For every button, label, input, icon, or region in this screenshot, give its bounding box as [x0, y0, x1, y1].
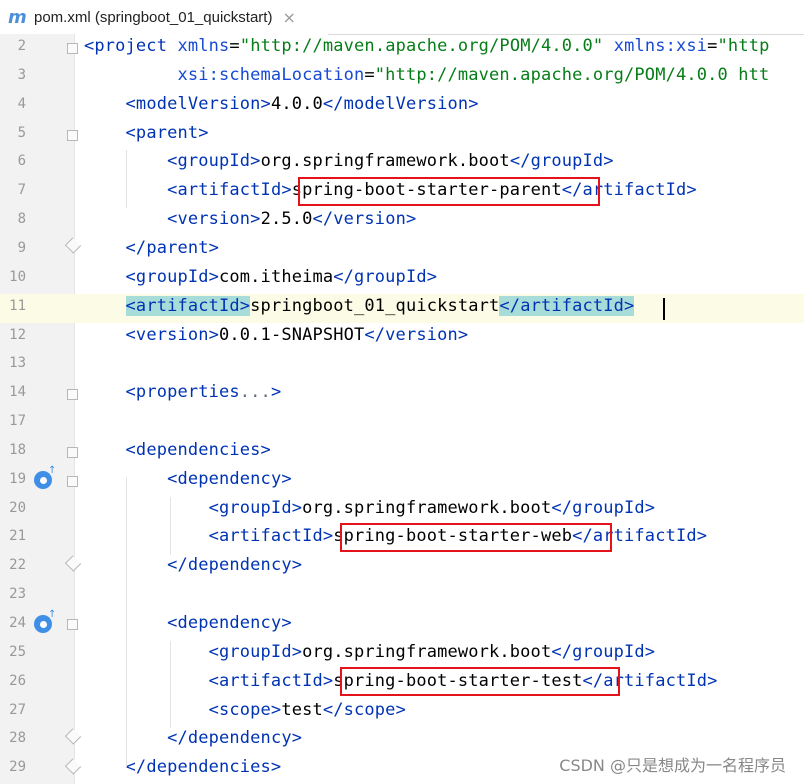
- code-text[interactable]: <dependency>: [84, 613, 292, 633]
- line-number: 6: [17, 153, 26, 170]
- line-number: 29: [9, 759, 26, 776]
- line-number: 8: [17, 211, 26, 228]
- line-number: 25: [9, 643, 26, 660]
- code-text[interactable]: <version>0.0.1-SNAPSHOT</version>: [84, 325, 469, 345]
- code-text[interactable]: </parent>: [84, 238, 219, 258]
- line-number: 24: [9, 615, 26, 631]
- arrow-up-icon: ↑: [48, 609, 57, 620]
- arrow-up-icon: ↑: [48, 465, 57, 476]
- code-line[interactable]: 10 <groupId>com.itheima</groupId>: [0, 265, 804, 294]
- indent-guide: [170, 641, 171, 728]
- line-number: 26: [9, 672, 26, 689]
- code-line[interactable]: 23: [0, 582, 804, 611]
- marker-dot: [39, 476, 47, 484]
- marker-dot: [39, 620, 47, 628]
- dependency-override-icon[interactable]: ↑: [34, 465, 56, 489]
- code-line[interactable]: 4 <modelVersion>4.0.0</modelVersion>: [0, 92, 804, 121]
- code-text[interactable]: </dependencies>: [84, 757, 282, 777]
- text-cursor: [663, 298, 665, 320]
- code-line[interactable]: 13: [0, 351, 804, 380]
- line-number: 27: [9, 701, 26, 718]
- indent-guide: [126, 477, 127, 767]
- line-number: 5: [17, 124, 26, 141]
- fold-expand-marker[interactable]: [67, 389, 78, 400]
- fold-marker[interactable]: [67, 447, 78, 458]
- line-number: 4: [17, 95, 26, 112]
- code-line[interactable]: 17: [0, 409, 804, 438]
- fold-marker[interactable]: [67, 476, 78, 487]
- line-number: 2: [17, 38, 26, 54]
- line-number: 21: [9, 528, 26, 545]
- close-icon[interactable]: ×: [282, 8, 295, 27]
- line-number: 12: [9, 326, 26, 343]
- code-line[interactable]: 14 <properties...>: [0, 380, 804, 409]
- code-line[interactable]: 19 <dependency>: [0, 467, 804, 496]
- line-number: 19: [9, 470, 26, 487]
- line-number: 13: [9, 355, 26, 372]
- editor-tab-bar: m pom.xml (springboot_01_quickstart) ×: [0, 0, 804, 37]
- line-number: 9: [17, 239, 26, 256]
- code-text[interactable]: <groupId>org.springframework.boot</group…: [84, 151, 614, 171]
- code-line[interactable]: 22 </dependency>: [0, 553, 804, 582]
- line-number: 20: [9, 499, 26, 516]
- code-text[interactable]: </dependency>: [84, 555, 302, 575]
- indent-guide: [126, 150, 127, 208]
- code-line[interactable]: 25 <groupId>org.springframework.boot</gr…: [0, 640, 804, 669]
- line-number: 23: [9, 586, 26, 603]
- fold-marker[interactable]: [67, 43, 78, 54]
- line-number: 17: [9, 413, 26, 430]
- code-line[interactable]: 2 <project xmlns="http://maven.apache.org…: [0, 34, 804, 63]
- code-line[interactable]: 9 </parent>: [0, 236, 804, 265]
- code-line[interactable]: 5 <parent>: [0, 121, 804, 150]
- code-text[interactable]: <project xmlns="http://maven.apache.org/…: [84, 36, 769, 56]
- code-text[interactable]: <version>2.5.0</version>: [84, 209, 416, 229]
- code-text[interactable]: <groupId>com.itheima</groupId>: [84, 267, 437, 287]
- line-number: 18: [9, 441, 26, 458]
- line-number: 7: [17, 182, 26, 199]
- code-line[interactable]: 11 <artifactId>springboot_01_quickstart<…: [0, 293, 804, 323]
- code-line[interactable]: 27 <scope>test</scope>: [0, 698, 804, 727]
- code-line[interactable]: 18 <dependencies>: [0, 438, 804, 467]
- highlight-box-web: [340, 523, 612, 552]
- tab-title: pom.xml (springboot_01_quickstart): [34, 8, 273, 26]
- line-number: 11: [9, 297, 26, 314]
- indent-guide: [170, 497, 171, 555]
- tab-pom-xml[interactable]: m pom.xml (springboot_01_quickstart) ×: [0, 0, 328, 37]
- code-line[interactable]: 24 <dependency>: [0, 611, 804, 640]
- code-text[interactable]: <parent>: [84, 123, 209, 143]
- fold-marker[interactable]: [67, 130, 78, 141]
- highlight-box-parent: [298, 177, 600, 206]
- code-text[interactable]: <modelVersion>4.0.0</modelVersion>: [84, 94, 479, 114]
- code-text[interactable]: <dependency>: [84, 469, 292, 489]
- code-text[interactable]: </dependency>: [84, 728, 302, 748]
- code-line[interactable]: 6 <groupId>org.springframework.boot</gro…: [0, 149, 804, 178]
- code-text[interactable]: <dependencies>: [84, 440, 271, 460]
- code-line[interactable]: 3 xsi:schemaLocation="http://maven.apach…: [0, 63, 804, 92]
- line-number: 22: [9, 557, 26, 574]
- code-editor[interactable]: 2 <project xmlns="http://maven.apache.org…: [0, 34, 804, 784]
- maven-m-icon: m: [8, 6, 27, 28]
- code-text[interactable]: xsi:schemaLocation="http://maven.apache.…: [84, 65, 769, 85]
- line-number: 3: [17, 66, 26, 83]
- fold-marker[interactable]: [67, 619, 78, 630]
- code-line[interactable]: 8 <version>2.5.0</version>: [0, 207, 804, 236]
- code-line[interactable]: 20 <groupId>org.springframework.boot</gr…: [0, 496, 804, 525]
- code-text[interactable]: <artifactId>springboot_01_quickstart</ar…: [84, 295, 635, 316]
- line-number: 28: [9, 730, 26, 747]
- watermark: CSDN @只是想成为一名程序员: [559, 756, 786, 775]
- code-text[interactable]: <scope>test</scope>: [84, 700, 406, 720]
- highlight-box-test: [340, 667, 620, 696]
- code-text[interactable]: <properties...>: [84, 382, 282, 402]
- line-number: 14: [9, 384, 26, 401]
- dependency-override-icon[interactable]: ↑: [34, 609, 56, 633]
- line-number: 10: [9, 268, 26, 285]
- code-line[interactable]: 12 <version>0.0.1-SNAPSHOT</version>: [0, 323, 804, 352]
